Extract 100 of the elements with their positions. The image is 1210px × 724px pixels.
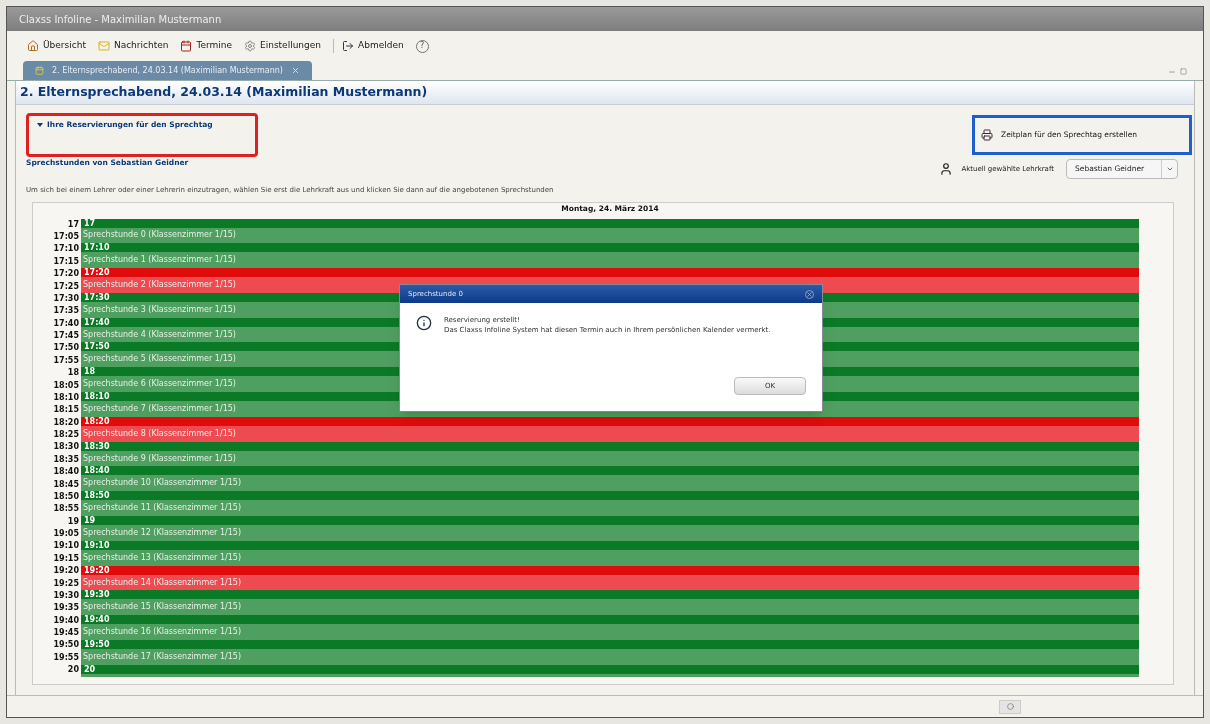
settings-icon — [244, 40, 256, 52]
time-label: 19 — [67, 517, 79, 526]
slot-time: 19:30 — [83, 590, 110, 600]
toolbar-link[interactable]: Einstellungen — [260, 39, 322, 53]
time-label: 17:10 — [53, 245, 79, 254]
slot-title: Sprechstunde 14 (Klassenzimmer 1/15) — [83, 578, 242, 587]
slot-title: Sprechstunde 4 (Klassenzimmer 1/15) — [83, 330, 236, 339]
slot-time: 19:50 — [83, 640, 110, 650]
slot-title: Sprechstunde 16 (Klassenzimmer 1/15) — [83, 628, 242, 637]
close-icon[interactable] — [805, 289, 814, 299]
time-label: 18:50 — [53, 492, 79, 501]
time-label: 19:15 — [53, 554, 79, 563]
time-label: 19:25 — [53, 579, 79, 588]
time-label: 17:30 — [53, 294, 79, 303]
time-label: 19:05 — [53, 530, 79, 539]
page-heading: 2. Elternsprechabend, 24.03.14 (Maximilian Mustermann) — [16, 81, 1194, 105]
slot-time: 19:40 — [83, 615, 110, 625]
slot-title: Sprechstunde 1 (Klassenzimmer 1/15) — [83, 256, 236, 265]
slot-title: Sprechstunde 8 (Klassenzimmer 1/15) — [83, 429, 236, 438]
slot-time: 19:20 — [83, 565, 110, 575]
slot-title: Sprechstunde 11 (Klassenzimmer 1/15) — [83, 504, 242, 513]
slot-time: 17:30 — [83, 292, 110, 302]
tab[interactable]: 2. Elternsprechabend, 24.03.14 (Maximilian Mustermann) — [23, 61, 312, 80]
time-label: 20 — [67, 666, 79, 675]
time-label: 18:15 — [53, 406, 79, 415]
printer-icon — [981, 129, 993, 141]
time-label: 17:50 — [53, 344, 79, 353]
slot-title: Sprechstunde 13 (Klassenzimmer 1/15) — [83, 553, 242, 562]
window-title: Claxss Infoline - Maximilian Mustermann — [7, 7, 1203, 31]
time-label: 18:25 — [53, 431, 79, 440]
slot-time: 17:50 — [83, 342, 110, 352]
slot-time: 17:40 — [83, 317, 110, 327]
toolbar-link[interactable]: Nachrichten — [113, 39, 169, 53]
circle-icon — [1006, 703, 1014, 710]
time-label: 18:20 — [53, 418, 79, 427]
close-icon[interactable] — [290, 66, 300, 75]
tab-label: 2. Elternsprechabend, 24.03.14 (Maximilian Mustermann) — [52, 64, 283, 77]
time-label: 17:05 — [53, 233, 79, 242]
logout-icon — [342, 40, 355, 52]
time-label: 17:35 — [53, 307, 79, 316]
toolbar-link[interactable]: Übersicht — [43, 39, 86, 53]
time-label: 18:10 — [53, 393, 79, 402]
time-label: 19:55 — [53, 653, 79, 662]
slot-time: 18:30 — [83, 441, 110, 451]
slot-title: Sprechstunde 2 (Klassenzimmer 1/15) — [83, 281, 236, 289]
slot-title: Sprechstunde 0 (Klassenzimmer 1/15) — [83, 231, 236, 240]
slot-time: 18:50 — [83, 491, 110, 501]
time-label: 18:45 — [53, 480, 79, 489]
slot-time: 18 — [83, 367, 96, 377]
slot-title: Sprechstunde 9 (Klassenzimmer 1/15) — [83, 454, 236, 463]
time-label: 18:30 — [53, 443, 79, 452]
slot-time: 17:10 — [83, 243, 110, 253]
slot-time: 19 — [83, 516, 96, 526]
time-label: 17:20 — [53, 270, 79, 279]
slot-title: Sprechstunde 7 (Klassenzimmer 1/15) — [83, 404, 236, 413]
toolbar-link[interactable]: Termine — [196, 39, 232, 53]
toolbar-link[interactable]: Abmelden — [358, 39, 404, 53]
time-label: 18:05 — [53, 381, 79, 390]
time-label: 19:35 — [53, 604, 79, 613]
minimize-icon[interactable] — [1168, 68, 1176, 76]
time-label: 17:40 — [53, 319, 79, 328]
expand-icon — [37, 122, 43, 127]
slot-time: 20 — [83, 664, 96, 674]
time-label: 19:50 — [53, 641, 79, 650]
time-label: 18:55 — [53, 505, 79, 514]
time-label: 17:55 — [53, 356, 79, 365]
slot-time: 17:20 — [83, 268, 110, 278]
status-button[interactable] — [999, 699, 1021, 714]
time-label: 18:35 — [53, 455, 79, 464]
slot-title: Sprechstunde 10 (Klassenzimmer 1/15) — [83, 479, 242, 488]
home-icon — [27, 40, 39, 52]
slot-time: 18:20 — [83, 416, 110, 426]
calendar-icon — [35, 66, 44, 75]
time-label: 17:15 — [53, 257, 79, 266]
slot-title: Sprechstunde 12 (Klassenzimmer 1/15) — [83, 528, 242, 537]
appointment-slot[interactable]: 20 — [81, 664, 1139, 677]
slot-time: 17 — [83, 218, 96, 228]
slot-title: Sprechstunde 5 (Klassenzimmer 1/15) — [83, 355, 236, 364]
time-label: 19:30 — [53, 591, 79, 600]
person-icon — [939, 162, 954, 176]
time-label: 17:45 — [53, 332, 79, 341]
info-icon — [416, 315, 432, 331]
time-label: 18:40 — [53, 468, 79, 477]
time-label: 17:25 — [53, 282, 79, 291]
slot-time: 18:10 — [83, 392, 110, 402]
time-label: 19:40 — [53, 616, 79, 625]
slot-title: Sprechstunde 6 (Klassenzimmer 1/15) — [83, 380, 236, 389]
slot-title: Sprechstunde 17 (Klassenzimmer 1/15) — [83, 652, 242, 661]
maximize-icon[interactable] — [1180, 68, 1187, 75]
time-label: 18 — [67, 369, 79, 378]
slot-title: Sprechstunde 3 (Klassenzimmer 1/15) — [83, 305, 236, 314]
time-label: 19:20 — [53, 567, 79, 576]
slot-time: 19:10 — [83, 540, 110, 550]
time-label: 19:45 — [53, 629, 79, 638]
time-label: 17 — [67, 220, 79, 229]
time-label: 19:10 — [53, 542, 79, 551]
slot-title: Sprechstunde 15 (Klassenzimmer 1/15) — [83, 603, 242, 612]
mail-icon — [97, 40, 110, 52]
slot-time: 18:40 — [83, 466, 110, 476]
chevron-down-icon — [1165, 165, 1174, 173]
